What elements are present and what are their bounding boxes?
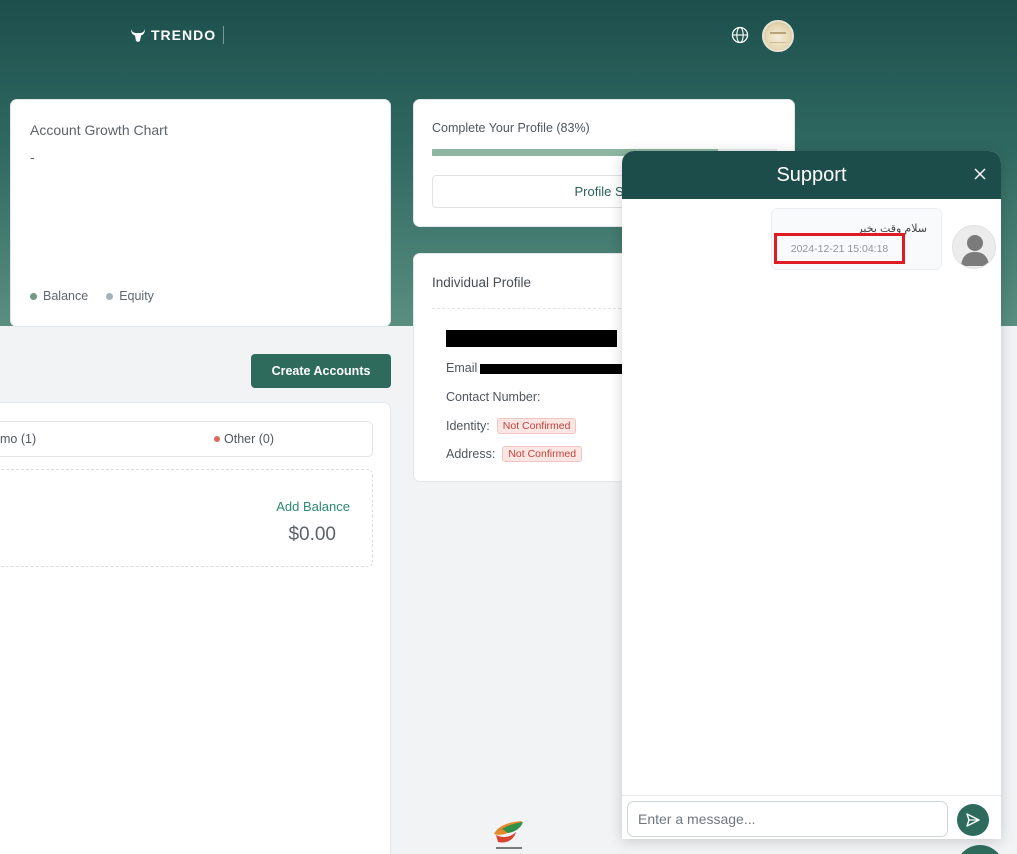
add-balance-link[interactable]: Add Balance: [276, 499, 350, 514]
email-label: Email: [446, 361, 478, 375]
bull-icon: [131, 29, 145, 42]
globe-icon[interactable]: [731, 26, 749, 44]
complete-profile-title: Complete Your Profile (83%): [432, 121, 590, 135]
brand-name: TRENDO: [151, 27, 217, 43]
account-balance: $0.00: [288, 524, 336, 545]
send-icon: [966, 813, 980, 827]
identity-row: Identity: Not Confirmed: [446, 418, 577, 434]
individual-profile-title: Individual Profile: [432, 275, 532, 290]
legend-balance-label: Balance: [43, 289, 89, 303]
support-title: Support: [776, 163, 847, 186]
filter-other-label: Other (0): [224, 432, 275, 446]
chat-fab-button[interactable]: [956, 845, 1004, 854]
message-avatar-icon: [952, 225, 996, 269]
chart-legend: Balance Equity: [30, 289, 154, 303]
brand-divider: [223, 26, 225, 44]
contact-row: Contact Number:: [446, 390, 540, 404]
redacted-name: [446, 330, 617, 347]
equity-dot-icon: [106, 292, 114, 300]
send-button[interactable]: [957, 804, 989, 836]
chat-message-bubble: سلام وقت بخیر 2024-12-21 15:04:18: [771, 208, 942, 270]
close-icon[interactable]: [973, 167, 987, 181]
support-chat-window: Support سلام وقت بخیر 2024-12-21 15:04:1…: [622, 151, 1001, 839]
support-header: Support: [622, 151, 1001, 199]
legend-equity[interactable]: Equity: [106, 289, 154, 303]
filter-demo-tab[interactable]: mo (1): [0, 432, 36, 446]
user-avatar[interactable]: [762, 20, 794, 52]
address-status-badge: Not Confirmed: [502, 446, 583, 462]
redacted-email: [480, 364, 630, 374]
contact-label: Contact Number:: [446, 390, 541, 404]
address-label: Address:: [446, 447, 496, 461]
email-row: Email: [446, 361, 477, 375]
brand-logo[interactable]: TRENDO: [130, 26, 225, 44]
balance-dot-icon: [30, 292, 37, 300]
legend-balance[interactable]: Balance: [30, 289, 88, 303]
account-growth-card: Account Growth Chart - Balance Equity: [10, 99, 391, 327]
accounts-card: mo (1) Other (0) Add Balance $0.00: [0, 402, 391, 854]
trust-seal-logo[interactable]: [490, 818, 528, 854]
growth-chart-title: Account Growth Chart: [30, 122, 168, 138]
filter-other-tab[interactable]: Other (0): [214, 432, 274, 446]
growth-chart-value: -: [30, 149, 35, 165]
chat-message-timestamp: 2024-12-21 15:04:18: [774, 233, 905, 264]
address-row: Address: Not Confirmed: [446, 446, 583, 462]
create-accounts-button[interactable]: Create Accounts: [251, 354, 391, 388]
message-input[interactable]: [627, 801, 948, 837]
message-composer: [622, 795, 1001, 839]
account-item: Add Balance $0.00: [0, 469, 373, 567]
other-dot-icon: [214, 436, 220, 442]
identity-status-badge: Not Confirmed: [496, 418, 577, 434]
account-filter-tabs: mo (1) Other (0): [0, 421, 373, 457]
legend-equity-label: Equity: [119, 289, 154, 303]
identity-label: Identity:: [446, 419, 490, 433]
